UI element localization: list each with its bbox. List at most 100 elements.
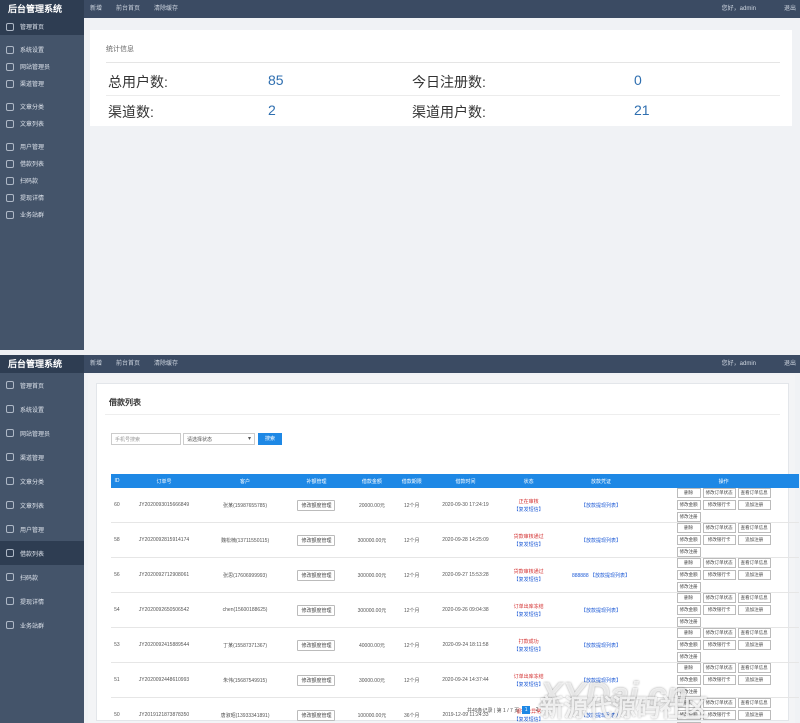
page-1[interactable]: 1 xyxy=(522,706,531,714)
op-button[interactable]: 修改注册 xyxy=(676,582,701,592)
resend-sms-link[interactable]: 【复发短信】 xyxy=(505,646,553,653)
sidebar2-item-home[interactable]: 管理首页 xyxy=(0,373,84,397)
op-button[interactable]: 删除 xyxy=(676,593,701,603)
sidebar2-item-article-categories[interactable]: 文章分类 xyxy=(0,469,84,493)
logout-link-2[interactable]: 退出 xyxy=(784,355,796,373)
sidebar-item-withdraw[interactable]: 提现详情 xyxy=(0,189,84,206)
op-button[interactable]: 修改银行卡 xyxy=(702,535,736,545)
voucher-link[interactable]: 【放款提现列表】 xyxy=(581,538,621,544)
sidebar-item-users[interactable]: 用户管理 xyxy=(0,138,84,155)
op-button[interactable]: 修改订单状态 xyxy=(702,488,736,498)
sidebar-item-home[interactable]: 管理首页 xyxy=(0,18,84,35)
op-button[interactable]: 查看订单信息 xyxy=(737,698,771,708)
op-button[interactable]: 删除 xyxy=(676,488,701,498)
voucher-link[interactable]: 【放款提现列表】 xyxy=(581,643,621,649)
op-button[interactable]: 修改订单状态 xyxy=(702,523,736,533)
status-select[interactable]: 请选择状态 xyxy=(183,433,255,445)
search-button[interactable]: 搜索 xyxy=(258,433,282,445)
quota-button[interactable]: 修改额度管理 xyxy=(297,604,336,616)
op-button[interactable]: 查看订单信息 xyxy=(737,488,771,498)
op-button[interactable]: 修改金额 xyxy=(676,605,701,615)
op-button[interactable]: 修改银行卡 xyxy=(702,640,736,650)
voucher-link[interactable]: 【放款提现列表】 xyxy=(581,503,621,509)
resend-sms-link[interactable]: 【复发短信】 xyxy=(505,541,553,548)
op-button[interactable]: 查看订单信息 xyxy=(737,558,771,568)
op-button[interactable]: 修改银行卡 xyxy=(702,570,736,580)
quota-button[interactable]: 修改额度管理 xyxy=(297,499,336,511)
op-button[interactable]: 删除 xyxy=(676,663,701,673)
op-button[interactable]: 修改银行卡 xyxy=(702,605,736,615)
voucher-link[interactable]: 【放款提现列表】 xyxy=(581,608,621,614)
quota-button[interactable]: 修改额度管理 xyxy=(297,639,336,651)
sidebar2-item-users[interactable]: 用户管理 xyxy=(0,517,84,541)
op-button[interactable]: 修改注册 xyxy=(676,512,701,522)
top-nav-add-2[interactable]: 新增 xyxy=(90,355,102,373)
cell-amount: 300000.00元 xyxy=(347,557,396,593)
sidebar2-item-settings[interactable]: 系统设置 xyxy=(0,397,84,421)
quota-button[interactable]: 修改额度管理 xyxy=(297,709,336,721)
top-nav-clear-cache[interactable]: 清除缓存 xyxy=(154,0,178,18)
op-button[interactable]: 删除 xyxy=(676,523,701,533)
quota-button[interactable]: 修改额度管理 xyxy=(297,674,336,686)
sidebar2-item-withdraw[interactable]: 提现详情 xyxy=(0,589,84,613)
top-nav-home[interactable]: 前台首页 xyxy=(116,0,140,18)
sidebar2-item-admins[interactable]: 网站管理员 xyxy=(0,421,84,445)
op-button[interactable]: 修改订单状态 xyxy=(702,593,736,603)
op-button[interactable]: 修改金额 xyxy=(676,640,701,650)
op-button[interactable]: 追加注册 xyxy=(737,710,771,720)
op-button[interactable]: 查看订单信息 xyxy=(737,593,771,603)
quota-button[interactable]: 修改额度管理 xyxy=(297,534,336,546)
gear-icon xyxy=(6,405,14,413)
op-button[interactable]: 追加注册 xyxy=(737,500,771,510)
top-nav-clear-cache-2[interactable]: 清除缓存 xyxy=(154,355,178,373)
col-header: ID xyxy=(111,474,123,488)
resend-sms-link[interactable]: 【复发短信】 xyxy=(505,576,553,583)
resend-sms-link[interactable]: 【复发短信】 xyxy=(505,611,553,618)
op-button[interactable]: 修改订单状态 xyxy=(702,628,736,638)
sidebar-item-loans[interactable]: 借款列表 xyxy=(0,155,84,172)
op-button[interactable]: 删除 xyxy=(676,628,701,638)
op-button[interactable]: 修改银行卡 xyxy=(702,500,736,510)
cell-ops: 删除修改订单状态查看订单信息修改金额修改银行卡追加注册修改注册 xyxy=(648,592,799,628)
op-button[interactable]: 修改银行卡 xyxy=(702,675,736,685)
phone-search-input[interactable]: 手机号搜索 xyxy=(111,433,181,445)
op-button[interactable]: 修改金额 xyxy=(676,500,701,510)
sidebar-item-articles[interactable]: 文章列表 xyxy=(0,115,84,132)
voucher-link[interactable]: 888888 【放款提现列表】 xyxy=(572,573,630,579)
sidebar-item-sites[interactable]: 业务站群 xyxy=(0,206,84,223)
op-button[interactable]: 追加注册 xyxy=(737,640,771,650)
sidebar-item-settings[interactable]: 系统设置 xyxy=(0,41,84,58)
user-icon xyxy=(6,429,14,437)
op-button[interactable]: 追加注册 xyxy=(737,570,771,580)
op-button[interactable]: 修改订单状态 xyxy=(702,558,736,568)
op-button[interactable]: 修改订单状态 xyxy=(702,663,736,673)
sidebar2-item-scan[interactable]: 扫码款 xyxy=(0,565,84,589)
resend-sms-link[interactable]: 【复发短信】 xyxy=(505,506,553,513)
op-button[interactable]: 追加注册 xyxy=(737,535,771,545)
sidebar-item-admins[interactable]: 网站管理员 xyxy=(0,58,84,75)
op-button[interactable]: 修改注册 xyxy=(676,652,701,662)
sidebar2-item-loans[interactable]: 借款列表 xyxy=(0,541,84,565)
sidebar2-item-sites[interactable]: 业务站群 xyxy=(0,613,84,637)
op-button[interactable]: 修改注册 xyxy=(676,547,701,557)
top-nav-home-2[interactable]: 前台首页 xyxy=(116,355,140,373)
op-button[interactable]: 删除 xyxy=(676,558,701,568)
cell-quota: 修改额度管理 xyxy=(285,697,348,723)
op-button[interactable]: 查看订单信息 xyxy=(737,628,771,638)
quota-button[interactable]: 修改额度管理 xyxy=(297,569,336,581)
sidebar2-item-articles[interactable]: 文章列表 xyxy=(0,493,84,517)
op-button[interactable]: 追加注册 xyxy=(737,605,771,615)
cell-customer: 丁某(15587371367) xyxy=(205,627,286,663)
sidebar-item-channels[interactable]: 渠道管理 xyxy=(0,75,84,92)
sidebar2-item-channels[interactable]: 渠道管理 xyxy=(0,445,84,469)
op-button[interactable]: 查看订单信息 xyxy=(737,663,771,673)
top-nav-add[interactable]: 新增 xyxy=(90,0,102,18)
sidebar-item-article-categories[interactable]: 文章分类 xyxy=(0,98,84,115)
op-button[interactable]: 追加注册 xyxy=(737,675,771,685)
logout-link[interactable]: 退出 xyxy=(784,0,796,18)
op-button[interactable]: 修改注册 xyxy=(676,617,701,627)
op-button[interactable]: 修改金额 xyxy=(676,570,701,580)
op-button[interactable]: 查看订单信息 xyxy=(737,523,771,533)
op-button[interactable]: 修改金额 xyxy=(676,535,701,545)
sidebar-item-scan[interactable]: 扫码款 xyxy=(0,172,84,189)
